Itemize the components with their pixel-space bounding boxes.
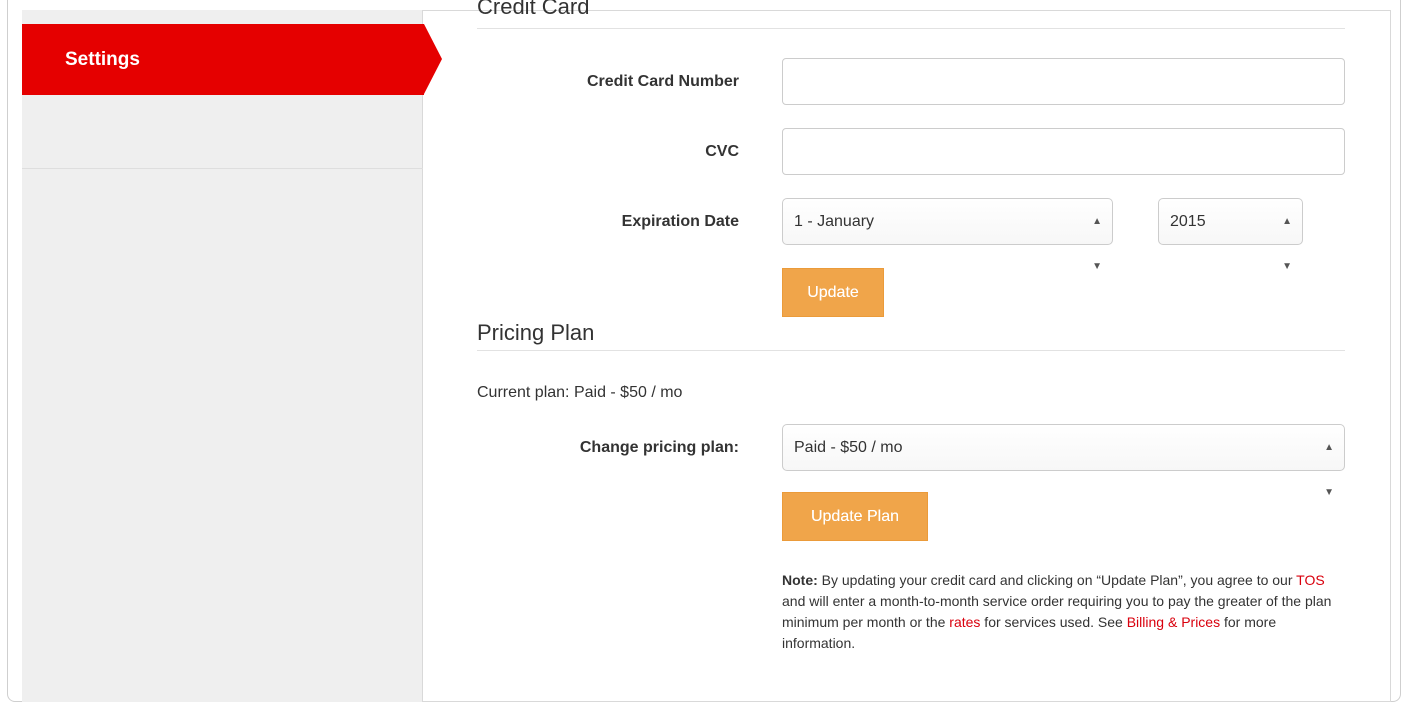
pricing-plan-value: Paid - $50 / mo [794,439,903,456]
expiration-year-value: 2015 [1170,213,1206,230]
select-arrows-icon: ▲ ▼ [1324,442,1334,498]
credit-card-number-label: Credit Card Number [586,73,739,90]
update-card-button[interactable]: Update [782,268,884,317]
change-pricing-plan-label: Change pricing plan: [579,439,739,456]
note-text-3: for services used. See [980,614,1127,630]
pricing-plan-section-divider [477,350,1345,351]
sidebar-divider [22,168,423,169]
credit-card-section-title: Credit Card [477,0,590,19]
update-plan-button[interactable]: Update Plan [782,492,928,541]
credit-card-section-divider [477,28,1345,29]
expiration-year-select[interactable]: 2015 ▲ ▼ [1158,198,1303,272]
note-text-1: By updating your credit card and clickin… [817,572,1297,588]
pricing-plan-section-title: Pricing Plan [477,320,595,345]
select-arrows-icon: ▲ ▼ [1092,216,1102,272]
credit-card-number-input[interactable] [782,58,1345,105]
current-plan-text: Current plan: Paid - $50 / mo [477,384,683,401]
cvc-input[interactable] [782,128,1345,175]
pricing-plan-select[interactable]: Paid - $50 / mo ▲ ▼ [782,424,1345,498]
note-bold-label: Note: [782,572,818,588]
tos-link[interactable]: TOS [1296,572,1325,588]
sidebar [22,10,423,702]
sidebar-item-settings[interactable]: Settings [22,24,424,95]
expiration-month-value: 1 - January [794,213,875,230]
cvc-label: CVC [705,143,739,160]
select-arrows-icon: ▲ ▼ [1282,216,1292,272]
rates-link[interactable]: rates [949,614,980,630]
plan-note: Note: By updating your credit card and c… [782,570,1342,654]
sidebar-active-arrow [424,24,442,94]
expiration-date-label: Expiration Date [621,213,739,230]
expiration-month-select[interactable]: 1 - January ▲ ▼ [782,198,1113,272]
billing-prices-link[interactable]: Billing & Prices [1127,614,1220,630]
